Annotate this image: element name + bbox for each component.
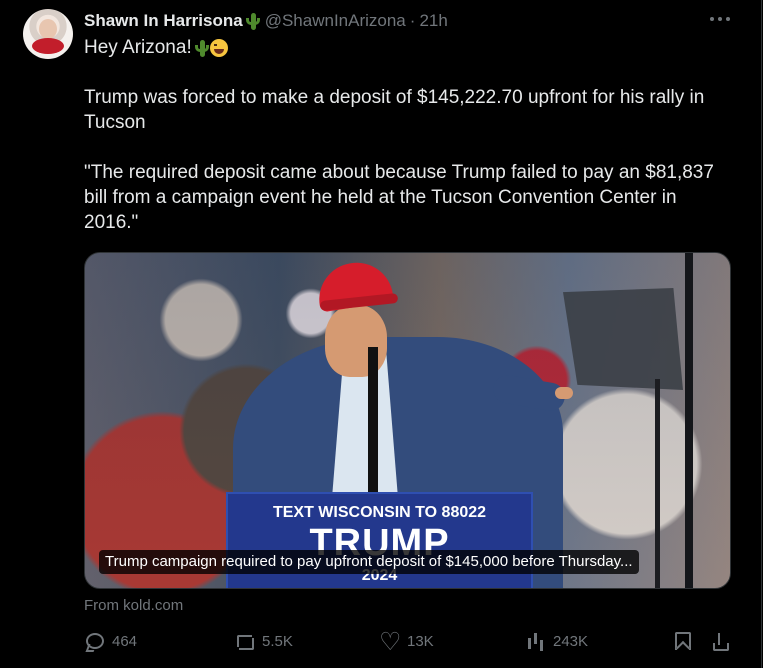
media-caption[interactable]: Trump campaign required to pay upfront d… bbox=[99, 550, 639, 574]
post-text: Hey Arizona! Trump was forced to make a … bbox=[84, 35, 734, 260]
campaign-podium-sign: TEXT WISCONSIN TO 88022 TRUMP 2024 bbox=[226, 492, 533, 588]
like-button[interactable]: 13K bbox=[379, 627, 434, 657]
reply-count: 464 bbox=[112, 632, 138, 650]
reply-button[interactable]: 464 bbox=[84, 631, 137, 651]
repost-count: 5.5K bbox=[262, 632, 293, 650]
media-source[interactable]: From kold.com bbox=[84, 597, 183, 614]
repost-button[interactable]: 5.5K bbox=[234, 631, 293, 651]
views-button[interactable]: 243K bbox=[525, 631, 588, 651]
author-avatar[interactable] bbox=[23, 9, 73, 59]
view-count: 243K bbox=[553, 632, 589, 650]
author-name[interactable]: Shawn In Harrisona bbox=[84, 11, 243, 31]
header-separator: · bbox=[409, 11, 416, 30]
share-icon bbox=[709, 631, 729, 651]
cactus-icon bbox=[194, 39, 210, 57]
avatar-red-element-icon bbox=[32, 38, 64, 54]
cactus-icon bbox=[245, 12, 261, 30]
avatar-face-icon bbox=[39, 19, 57, 39]
post-line-3: "The required deposit came about because… bbox=[84, 162, 714, 233]
teleprompter-icon bbox=[563, 288, 683, 390]
bookmark-icon bbox=[671, 631, 691, 651]
sign-text-line-1: TEXT WISCONSIN TO 88022 bbox=[272, 504, 487, 521]
like-count: 13K bbox=[407, 632, 434, 650]
linked-media-card[interactable]: TEXT WISCONSIN TO 88022 TRUMP 2024 Trump… bbox=[84, 252, 731, 589]
heart-icon bbox=[379, 627, 401, 657]
post-header: Shawn In Harrisona @ShawnInArizona · 21h bbox=[84, 10, 448, 32]
reply-icon bbox=[84, 631, 104, 651]
post-line-1: Hey Arizona! bbox=[84, 35, 734, 60]
background-pole bbox=[685, 253, 693, 588]
views-icon bbox=[525, 631, 545, 651]
speaker-hand bbox=[555, 387, 573, 399]
repost-icon bbox=[234, 631, 254, 651]
teleprompter-stand bbox=[655, 379, 660, 588]
bookmark-button[interactable] bbox=[671, 631, 691, 651]
more-options-icon[interactable] bbox=[710, 13, 732, 25]
author-handle[interactable]: @ShawnInArizona bbox=[265, 11, 406, 31]
laughing-face-icon bbox=[209, 38, 228, 57]
post-time[interactable]: 21h bbox=[419, 11, 447, 31]
post-line-2: Trump was forced to make a deposit of $1… bbox=[84, 87, 705, 133]
share-button[interactable] bbox=[709, 631, 729, 651]
post-action-bar: 464 5.5K 13K 243K bbox=[84, 627, 731, 657]
